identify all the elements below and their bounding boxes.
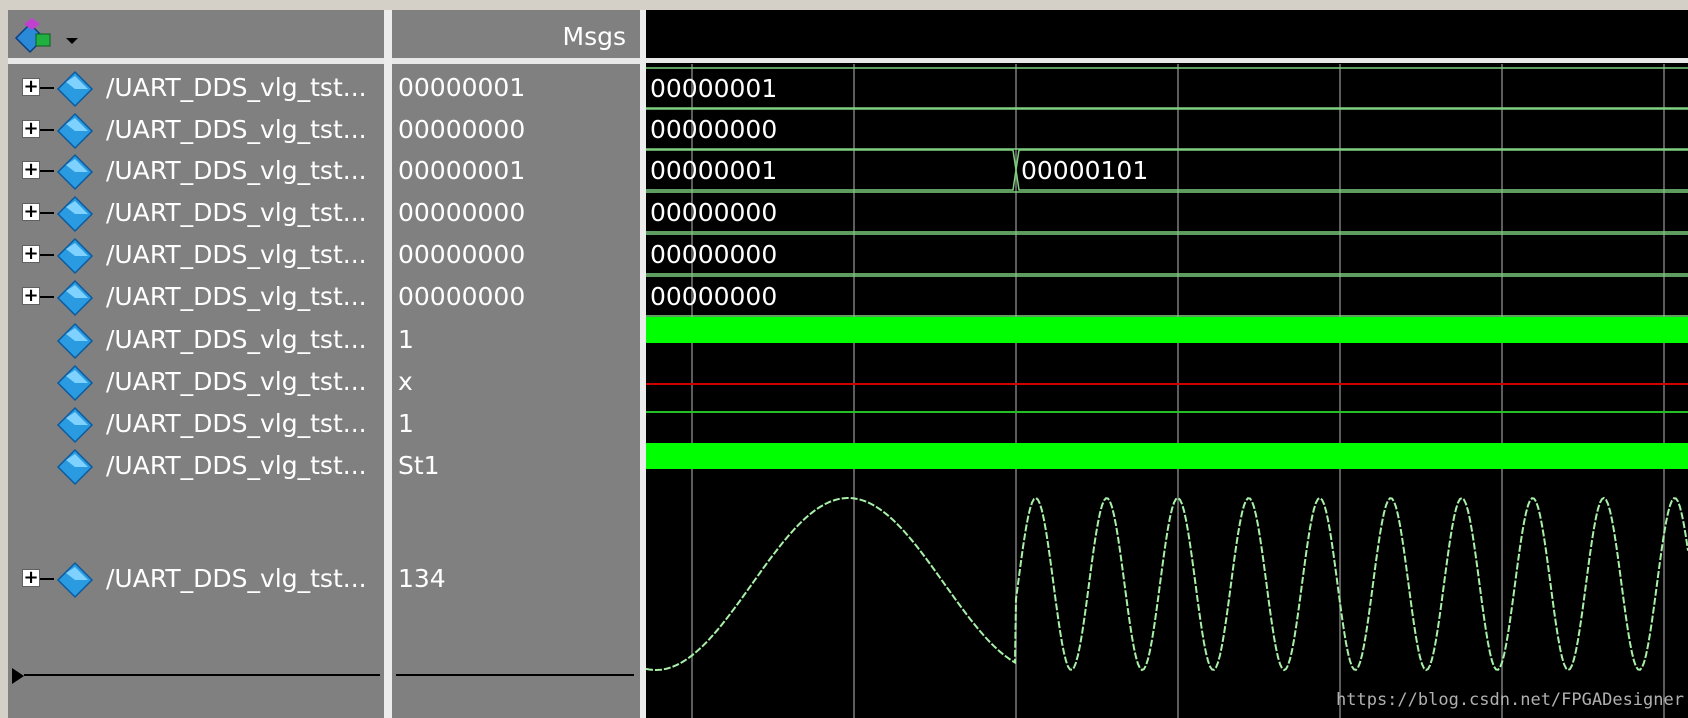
signal-value: 00000000	[398, 240, 526, 269]
signal-value-row[interactable]: 00000000	[392, 109, 640, 151]
analog-sine-wave	[646, 496, 1688, 672]
bus-value-label: 00000001	[650, 156, 777, 185]
expand-plus-icon[interactable]: +	[22, 287, 40, 305]
tree-connector	[40, 578, 54, 580]
signal-diamond-icon	[56, 561, 94, 599]
tree-connector	[40, 296, 54, 298]
msgs-value-pane[interactable]: Msgs 00000001 00000000 00000001 00000000 000…	[392, 10, 640, 718]
tree-connector	[40, 129, 54, 131]
signal-name: /UART_DDS_vlg_tst...	[106, 156, 367, 185]
signal-value: 00000001	[398, 156, 526, 185]
signal-name: /UART_DDS_vlg_tst...	[106, 240, 367, 269]
signal-row[interactable]: + /UART_DDS_vlg_tst...	[8, 67, 384, 109]
bus-value-label: 00000001	[650, 74, 777, 103]
expand-plus-icon[interactable]: +	[22, 78, 40, 96]
signal-row[interactable]: /UART_DDS_vlg_tst...	[8, 445, 384, 487]
expand-plus-icon[interactable]: +	[22, 120, 40, 138]
signal-diamond-icon	[56, 112, 94, 150]
signal-name-pane[interactable]: + /UART_DDS_vlg_tst... + /UART_DDS_vlg_tst.…	[8, 10, 384, 718]
signal-value: x	[398, 367, 413, 396]
signal-value-row[interactable]: St1	[392, 445, 640, 487]
strong-high-wave	[646, 443, 1688, 469]
cursor-line	[396, 674, 634, 676]
tree-connector	[40, 212, 54, 214]
waveform-canvas[interactable]: 00000001 00000000 00000001 00000101 00000000…	[646, 10, 1688, 718]
signal-value-row[interactable]: 1	[392, 319, 640, 361]
signal-value-row[interactable]: 134	[392, 558, 640, 600]
chevron-down-icon[interactable]	[66, 38, 78, 44]
bus-value-label: 00000000	[650, 282, 777, 311]
signal-row[interactable]: + /UART_DDS_vlg_tst...	[8, 150, 384, 192]
cursor-marker-icon[interactable]	[12, 668, 24, 684]
signal-name: /UART_DDS_vlg_tst...	[106, 451, 367, 480]
signal-name: /UART_DDS_vlg_tst...	[106, 282, 367, 311]
bus-wave-line	[646, 149, 1688, 191]
expand-plus-icon[interactable]: +	[22, 161, 40, 179]
signal-value: 00000000	[398, 115, 526, 144]
signal-row[interactable]: /UART_DDS_vlg_tst...	[8, 403, 384, 445]
signal-row[interactable]: + /UART_DDS_vlg_tst...	[8, 234, 384, 276]
signal-value: 134	[398, 564, 446, 593]
signal-diamond-icon	[56, 364, 94, 402]
signal-diamond-icon	[56, 322, 94, 360]
signal-diamond-icon	[56, 279, 94, 317]
expand-plus-icon[interactable]: +	[22, 569, 40, 587]
signal-diamond-icon	[56, 70, 94, 108]
signal-value: 00000001	[398, 73, 526, 102]
bus-value-label: 00000101	[1021, 156, 1148, 185]
signal-value: 00000000	[398, 198, 526, 227]
tree-connector	[40, 87, 54, 89]
wave-window: + /UART_DDS_vlg_tst... + /UART_DDS_vlg_tst.…	[0, 0, 1688, 718]
tree-connector	[40, 170, 54, 172]
signal-name: /UART_DDS_vlg_tst...	[106, 367, 367, 396]
signal-value-row[interactable]: 1	[392, 403, 640, 445]
signal-diamond-icon	[56, 448, 94, 486]
signal-value-row[interactable]: x	[392, 361, 640, 403]
cursor-line	[24, 674, 380, 676]
signal-diamond-icon	[56, 406, 94, 444]
signal-value-row[interactable]: 00000000	[392, 192, 640, 234]
strong-high-wave	[646, 317, 1688, 343]
signal-name: /UART_DDS_vlg_tst...	[106, 325, 367, 354]
wave-format-icon[interactable]	[10, 16, 58, 56]
msgs-header: Msgs	[392, 10, 640, 64]
signal-row[interactable]: + /UART_DDS_vlg_tst...	[8, 109, 384, 151]
bus-value-label: 00000000	[650, 198, 777, 227]
signal-name: /UART_DDS_vlg_tst...	[106, 73, 367, 102]
signal-row[interactable]: + /UART_DDS_vlg_tst...	[8, 558, 384, 600]
signal-name: /UART_DDS_vlg_tst...	[106, 564, 367, 593]
msgs-title: Msgs	[562, 22, 627, 51]
waveform-pane[interactable]: 00000001 00000000 00000001 00000101 00000000…	[646, 10, 1688, 718]
name-pane-header	[8, 10, 384, 64]
signal-value: 00000000	[398, 282, 526, 311]
signal-name: /UART_DDS_vlg_tst...	[106, 198, 367, 227]
signal-value-row[interactable]: 00000001	[392, 67, 640, 109]
watermark: https://blog.csdn.net/FPGADesigner	[1336, 690, 1684, 710]
signal-row[interactable]: + /UART_DDS_vlg_tst...	[8, 276, 384, 318]
signal-name: /UART_DDS_vlg_tst...	[106, 115, 367, 144]
signal-value-row[interactable]: 00000000	[392, 276, 640, 318]
signal-value: 1	[398, 409, 414, 438]
bus-value-label: 00000000	[650, 115, 777, 144]
expand-plus-icon[interactable]: +	[22, 245, 40, 263]
signal-value: St1	[398, 451, 440, 480]
signal-diamond-icon	[56, 153, 94, 191]
signal-diamond-icon	[56, 195, 94, 233]
expand-plus-icon[interactable]: +	[22, 203, 40, 221]
signal-name: /UART_DDS_vlg_tst...	[106, 409, 367, 438]
signal-row[interactable]: /UART_DDS_vlg_tst...	[8, 319, 384, 361]
signal-row[interactable]: /UART_DDS_vlg_tst...	[8, 361, 384, 403]
tree-connector	[40, 254, 54, 256]
signal-value: 1	[398, 325, 414, 354]
signal-row[interactable]: + /UART_DDS_vlg_tst...	[8, 192, 384, 234]
bus-value-label: 00000000	[650, 240, 777, 269]
signal-diamond-icon	[56, 237, 94, 275]
signal-value-row[interactable]: 00000000	[392, 234, 640, 276]
pane-splitter[interactable]	[384, 10, 392, 718]
signal-value-row[interactable]: 00000001	[392, 150, 640, 192]
